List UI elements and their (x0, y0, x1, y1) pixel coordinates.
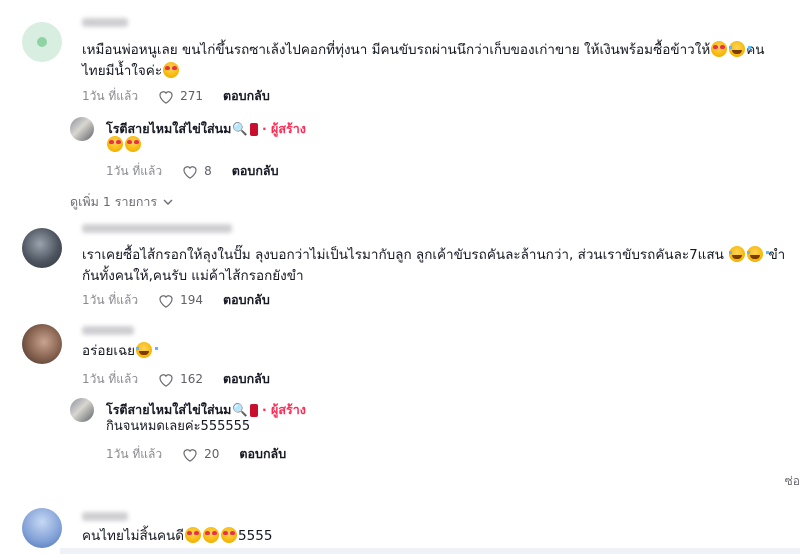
reply-button[interactable]: ตอบกลับ (223, 290, 270, 310)
comment-text: เหมือนพ่อหนูเลย ขนไก่ขึ้นรถซาเล้งไปคอกที… (82, 41, 765, 79)
comment-text: เราเคยซื้อไส้กรอกให้ลุงในปั๊ม ลุงบอกว่าไ… (82, 246, 786, 284)
like-count: 271 (180, 89, 204, 103)
comment-text: คนไทยไม่สิ้นคนดี 5555 (82, 527, 273, 544)
reply-time: 1วัน ที่แล้ว (106, 163, 163, 178)
reply-time: 1วัน ที่แล้ว (106, 446, 163, 461)
view-more-label: ดูเพิ่ม 1 รายการ (70, 194, 158, 209)
drink-emoji-icon (249, 403, 258, 417)
like-count: 194 (180, 293, 204, 307)
comment-time: 1วัน ที่แล้ว (82, 292, 139, 307)
reply-button[interactable]: ตอบกลับ (223, 369, 270, 389)
drink-emoji-icon (249, 122, 258, 136)
smiling-hearts-emoji-icon (221, 527, 238, 543)
heart-icon (183, 448, 197, 462)
smiling-hearts-emoji-icon (125, 136, 141, 152)
laughing-emoji-icon (136, 342, 159, 358)
heart-icon (159, 294, 173, 308)
like-button[interactable]: 162 (158, 372, 203, 387)
chevron-down-icon (163, 199, 173, 205)
avatar[interactable] (22, 508, 62, 548)
comment-time: 1วัน ที่แล้ว (82, 371, 139, 386)
username-blurred[interactable] (82, 18, 128, 27)
avatar[interactable] (22, 228, 62, 268)
like-count: 8 (204, 164, 212, 178)
view-more-replies-button[interactable]: ดูเพิ่ม 1 รายการ (70, 192, 173, 212)
comment-meta: 1วัน ที่แล้ว 271 ตอบกลับ (82, 86, 270, 106)
avatar[interactable] (22, 22, 62, 62)
smiling-hearts-emoji-icon (107, 136, 123, 152)
magnifier-emoji-icon: 🔍 (232, 121, 248, 136)
like-count: 162 (180, 372, 204, 386)
heart-icon (183, 165, 197, 179)
comment-meta: 1วัน ที่แล้ว 194 ตอบกลับ (82, 290, 270, 310)
reply-button[interactable]: ตอบกลับ (232, 161, 279, 181)
like-button[interactable]: 20 (182, 447, 219, 462)
heart-icon (159, 90, 173, 104)
laughing-emoji-icon (747, 246, 770, 262)
smiling-hearts-emoji-icon (163, 62, 180, 78)
laughing-emoji-icon (729, 246, 752, 262)
comment-time: 1วัน ที่แล้ว (82, 88, 139, 103)
username-blurred[interactable] (82, 512, 128, 521)
like-button[interactable]: 194 (158, 293, 203, 308)
username-blurred[interactable] (82, 224, 232, 233)
like-button[interactable]: 271 (158, 89, 203, 104)
smiling-hearts-emoji-icon (711, 41, 728, 57)
creator-badge: · ผู้สร้าง (261, 402, 306, 417)
creator-avatar[interactable] (70, 398, 94, 422)
smiling-hearts-emoji-icon (185, 527, 202, 543)
reply-meta: 1วัน ที่แล้ว 8 ตอบกลับ (106, 161, 279, 181)
reply-text (106, 135, 142, 156)
reply-meta: 1วัน ที่แล้ว 20 ตอบกลับ (106, 444, 286, 464)
reply-button[interactable]: ตอบกลับ (223, 86, 270, 106)
username-blurred[interactable] (82, 326, 134, 335)
smiling-hearts-emoji-icon (203, 527, 220, 543)
like-button[interactable]: 8 (182, 164, 212, 179)
comment-input-bar[interactable] (60, 548, 800, 554)
hide-replies-link[interactable]: ซ่อ (785, 472, 800, 491)
heart-icon (159, 373, 173, 387)
comment-meta: 1วัน ที่แล้ว 162 ตอบกลับ (82, 369, 270, 389)
avatar[interactable] (22, 324, 62, 364)
comment-text: อร่อยเฉย (82, 341, 159, 362)
creator-badge: · ผู้สร้าง (261, 121, 306, 136)
reply-button[interactable]: ตอบกลับ (239, 444, 286, 464)
creator-avatar[interactable] (70, 117, 94, 141)
laughing-emoji-icon (729, 41, 752, 57)
like-count: 20 (204, 447, 220, 461)
reply-text: กินจนหมดเลยค่ะ555555 (106, 419, 251, 434)
